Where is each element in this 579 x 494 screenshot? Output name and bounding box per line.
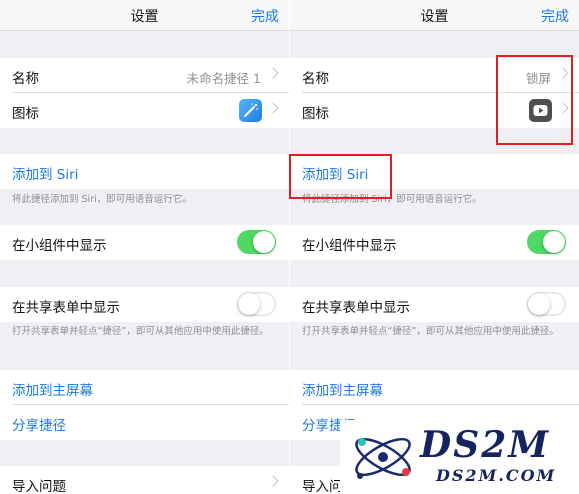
nav-bar: 设置 完成: [0, 0, 289, 31]
toggle-knob: [238, 293, 260, 315]
siri-note: 将此捷径添加到 Siri，即可用语音运行它。: [12, 194, 192, 205]
watermark-brand: DS2M: [420, 424, 551, 466]
toggle-knob: [253, 231, 275, 253]
page-title: 设置: [420, 9, 449, 25]
share-sheet-note: 打开共享表单并轻点“捷径”，即可从其他应用中使用此捷径。: [12, 326, 269, 337]
share-sheet-note: 打开共享表单并轻点“捷径”，即可从其他应用中使用此捷径。: [302, 326, 559, 337]
icon-label: 图标: [12, 106, 39, 122]
icon-row[interactable]: 图标: [0, 93, 289, 128]
chevron-right-icon: [267, 102, 279, 114]
widget-row: 在小组件中显示: [290, 225, 579, 260]
widget-label: 在小组件中显示: [12, 238, 107, 254]
add-to-siri-link[interactable]: 添加到 Siri: [12, 163, 78, 183]
name-row[interactable]: 名称 未命名捷径 1: [0, 58, 289, 93]
toggle-knob: [528, 293, 550, 315]
chevron-right-icon: [267, 475, 279, 487]
watermark: DS2M DS2M.COM: [340, 420, 579, 494]
share-shortcut-row[interactable]: 分享捷径: [0, 405, 289, 440]
watermark-domain: DS2M.COM: [436, 466, 557, 485]
widget-row: 在小组件中显示: [0, 225, 289, 260]
toggle-knob: [543, 231, 565, 253]
atom-logo-icon: [355, 437, 411, 479]
share-sheet-label: 在共享表单中显示: [12, 300, 120, 316]
page-title: 设置: [130, 9, 159, 25]
share-sheet-row: 在共享表单中显示: [0, 287, 289, 322]
icon-label: 图标: [302, 106, 329, 122]
highlight-box-siri: [289, 154, 392, 199]
add-to-home-row[interactable]: 添加到主屏幕: [290, 370, 579, 405]
share-sheet-label: 在共享表单中显示: [302, 300, 410, 316]
add-to-siri-row[interactable]: 添加到 Siri: [0, 154, 289, 189]
nav-bar: 设置 完成: [290, 0, 579, 31]
highlight-box-name-icon: [496, 55, 573, 145]
import-row[interactable]: 导入问题: [0, 466, 289, 494]
name-label: 名称: [12, 71, 39, 87]
done-button[interactable]: 完成: [541, 6, 569, 26]
widget-label: 在小组件中显示: [302, 238, 397, 254]
add-to-home-link[interactable]: 添加到主屏幕: [12, 379, 93, 399]
add-to-home-link[interactable]: 添加到主屏幕: [302, 379, 383, 399]
widget-toggle[interactable]: [527, 230, 566, 254]
share-sheet-row: 在共享表单中显示: [290, 287, 579, 322]
import-label: 导入问题: [12, 479, 66, 494]
add-to-home-row[interactable]: 添加到主屏幕: [0, 370, 289, 405]
share-sheet-toggle[interactable]: [527, 292, 566, 316]
chevron-right-icon: [267, 67, 279, 79]
share-sheet-toggle[interactable]: [237, 292, 276, 316]
settings-panel-left: 设置 完成 名称 未命名捷径 1 图标 添加到 Siri 将此捷径添加到 Sir…: [0, 0, 289, 494]
name-value: 未命名捷径 1: [186, 71, 261, 86]
name-label: 名称: [302, 71, 329, 87]
magic-wand-icon[interactable]: [239, 99, 262, 122]
share-shortcut-link[interactable]: 分享捷径: [12, 414, 66, 434]
widget-toggle[interactable]: [237, 230, 276, 254]
done-button[interactable]: 完成: [251, 6, 279, 26]
